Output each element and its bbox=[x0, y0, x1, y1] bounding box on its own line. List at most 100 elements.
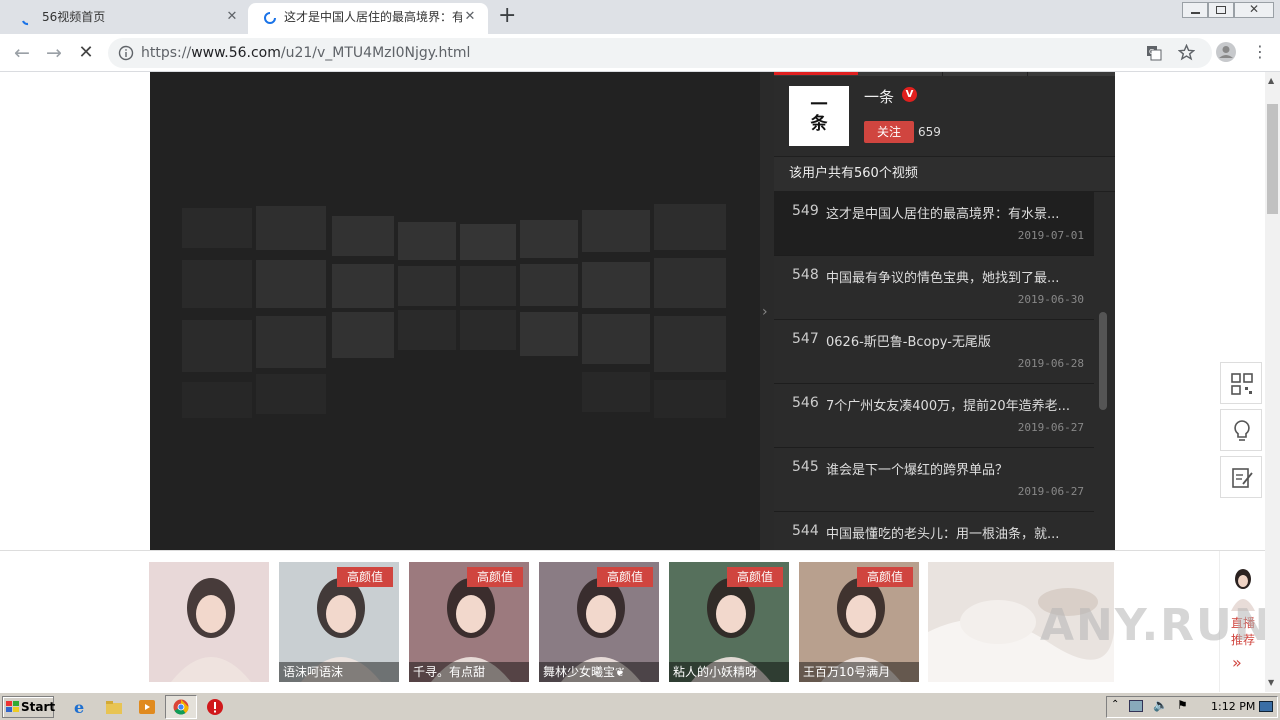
tab-56-home[interactable]: 56视频首页 ✕ bbox=[6, 3, 246, 34]
streamer-name: 语沫呵语沫 bbox=[279, 662, 399, 682]
taskbar-chrome-button[interactable] bbox=[165, 695, 197, 719]
minimize-button[interactable] bbox=[1182, 2, 1208, 18]
video-player[interactable] bbox=[150, 72, 760, 550]
tab-current-video[interactable]: 这才是中国人居住的最高境界：有水景 ✕ bbox=[248, 3, 488, 34]
tag-badge: 高颜值 bbox=[857, 567, 913, 587]
back-button[interactable]: ← bbox=[10, 42, 34, 64]
streamer-name: 王百万10号满月 bbox=[799, 662, 919, 682]
video-list-item[interactable]: 547 0626-斯巴鲁-Bcopy-无尾版 2019-06-28 bbox=[774, 320, 1094, 384]
divider bbox=[1027, 72, 1028, 76]
tag-badge: 高颜值 bbox=[597, 567, 653, 587]
stop-loading-button[interactable]: ✕ bbox=[74, 42, 98, 64]
anyrun-watermark: ANY.RUN bbox=[1040, 600, 1273, 651]
live-stream-card[interactable] bbox=[149, 562, 269, 682]
edit-icon bbox=[1232, 468, 1253, 488]
video-number: 545 bbox=[792, 459, 819, 475]
double-chevron-right-icon[interactable]: » bbox=[1232, 653, 1242, 672]
video-number: 544 bbox=[792, 523, 819, 539]
windows-logo-icon bbox=[6, 701, 19, 712]
video-list-item[interactable]: 546 7个广州女友凑400万，提前20年造养老... 2019-06-27 bbox=[774, 384, 1094, 448]
loading-poster-image bbox=[182, 204, 726, 418]
live-stream-card[interactable]: 高颜值 千寻。有点甜 bbox=[409, 562, 529, 682]
svg-text:G: G bbox=[1149, 48, 1154, 56]
internet-explorer-icon[interactable]: e bbox=[72, 698, 90, 716]
tab-strip: 56视频首页 ✕ 这才是中国人居住的最高境界：有水景 ✕ + ✕ bbox=[0, 0, 1280, 34]
translate-icon[interactable]: G bbox=[1146, 45, 1162, 61]
live-stream-card[interactable]: 高颜值语沫呵语沫 bbox=[279, 562, 399, 682]
address-bar[interactable]: https://www.56.com/u21/v_MTU4MzI0Njgy.ht… bbox=[108, 38, 1212, 68]
tab-title: 56视频首页 bbox=[42, 10, 106, 24]
tag-badge: 高颜值 bbox=[727, 567, 783, 587]
media-player-icon[interactable] bbox=[138, 698, 156, 716]
video-title[interactable]: 谁会是下一个爆红的跨界单品？ bbox=[826, 459, 1081, 478]
scroll-down-icon[interactable]: ▼ bbox=[1268, 678, 1274, 687]
video-date: 2019-06-30 bbox=[1017, 293, 1084, 306]
qrcode-icon bbox=[1231, 373, 1253, 395]
taskbar: Start e ⌃ 🔈 ⚑ 1:12 PM bbox=[0, 692, 1280, 720]
close-window-button[interactable]: ✕ bbox=[1234, 2, 1274, 18]
streamer-name: 粘人的小妖精呀 bbox=[669, 662, 789, 682]
video-title[interactable]: 7个广州女友凑400万，提前20年造养老... bbox=[826, 395, 1081, 414]
volume-icon[interactable]: 🔈 bbox=[1153, 698, 1168, 712]
live-stream-card[interactable]: 高颜值舞林少女曦宝❦ bbox=[539, 562, 659, 682]
sidebar-tabs[interactable] bbox=[774, 72, 1115, 76]
video-title[interactable]: 0626-斯巴鲁-Bcopy-无尾版 bbox=[826, 331, 1081, 350]
system-tray: ⌃ 🔈 ⚑ 1:12 PM bbox=[1106, 696, 1278, 718]
stop-sign-icon[interactable] bbox=[206, 698, 224, 716]
loading-icon bbox=[264, 12, 276, 24]
show-desktop-icon[interactable] bbox=[1259, 701, 1273, 712]
video-title[interactable]: 中国最有争议的情色宝典，她找到了最... bbox=[826, 267, 1081, 286]
start-button[interactable]: Start bbox=[2, 696, 55, 718]
tag-badge: 高颜值 bbox=[467, 567, 523, 587]
new-tab-button[interactable]: + bbox=[498, 4, 516, 28]
author-avatar[interactable]: 一条 bbox=[789, 86, 849, 146]
feedback-idea-button[interactable] bbox=[1220, 409, 1262, 451]
video-list-item[interactable]: 549 这才是中国人居住的最高境界：有水景... 2019-07-01 bbox=[774, 192, 1094, 256]
video-number: 548 bbox=[792, 267, 819, 283]
info-icon[interactable] bbox=[118, 45, 134, 61]
close-icon[interactable]: ✕ bbox=[224, 3, 240, 31]
video-list-item[interactable]: 545 谁会是下一个爆红的跨界单品？ 2019-06-27 bbox=[774, 448, 1094, 512]
live-stream-card[interactable]: 高颜值粘人的小妖精呀 bbox=[669, 562, 789, 682]
video-list: 549 这才是中国人居住的最高境界：有水景... 2019-07-01 548 中国最有… bbox=[774, 192, 1094, 550]
star-icon[interactable] bbox=[1178, 44, 1195, 61]
stream-thumbnail bbox=[149, 562, 269, 682]
close-icon[interactable]: ✕ bbox=[462, 3, 478, 31]
tag-badge: 高颜值 bbox=[337, 567, 393, 587]
scroll-up-icon[interactable]: ▲ bbox=[1268, 76, 1274, 85]
video-count-label: 该用户共有560个视频 bbox=[774, 156, 1115, 192]
chevron-right-icon[interactable]: › bbox=[762, 304, 768, 320]
sidebar-tab-active-indicator bbox=[774, 72, 858, 75]
video-title[interactable]: 这才是中国人居住的最高境界：有水景... bbox=[826, 203, 1081, 222]
tab-title: 这才是中国人居住的最高境界：有水景 bbox=[284, 10, 462, 24]
show-hidden-icons-icon[interactable]: ⌃ bbox=[1111, 699, 1119, 710]
chrome-icon bbox=[173, 699, 189, 715]
video-number: 549 bbox=[792, 203, 819, 219]
page-scrollbar[interactable]: ▲ ▼ bbox=[1265, 72, 1280, 692]
follow-button[interactable]: 关注 bbox=[864, 121, 914, 143]
live-stream-card[interactable]: 高颜值王百万10号满月 bbox=[799, 562, 919, 682]
video-number: 546 bbox=[792, 395, 819, 411]
forward-button[interactable]: → bbox=[42, 42, 66, 64]
scrollbar-thumb[interactable] bbox=[1267, 104, 1278, 214]
video-list-item[interactable]: 548 中国最有争议的情色宝典，她找到了最... 2019-06-30 bbox=[774, 256, 1094, 320]
flag-icon[interactable]: ⚑ bbox=[1177, 698, 1188, 712]
qrcode-button[interactable] bbox=[1220, 362, 1262, 404]
video-list-item[interactable]: 544 中国最懂吃的老头儿：用一根油条，就... bbox=[774, 512, 1094, 550]
menu-icon[interactable]: ⋮ bbox=[1252, 42, 1268, 61]
maximize-button[interactable] bbox=[1208, 2, 1234, 18]
streamer-name: 舞林少女曦宝❦ bbox=[539, 662, 659, 682]
edit-report-button[interactable] bbox=[1220, 456, 1262, 498]
author-name[interactable]: 一条 bbox=[864, 86, 894, 107]
loading-icon bbox=[21, 20, 29, 26]
list-scrollbar[interactable] bbox=[1099, 312, 1107, 410]
video-date: 2019-06-28 bbox=[1017, 357, 1084, 370]
profile-icon[interactable] bbox=[1215, 41, 1237, 63]
video-date: 2019-06-27 bbox=[1017, 485, 1084, 498]
network-icon[interactable] bbox=[1129, 700, 1143, 712]
video-number: 547 bbox=[792, 331, 819, 347]
video-title[interactable]: 中国最懂吃的老头儿：用一根油条，就... bbox=[826, 523, 1081, 542]
sidebar-toggle[interactable]: › bbox=[760, 72, 774, 550]
folder-icon[interactable] bbox=[105, 698, 123, 716]
video-date: 2019-07-01 bbox=[1017, 229, 1084, 242]
